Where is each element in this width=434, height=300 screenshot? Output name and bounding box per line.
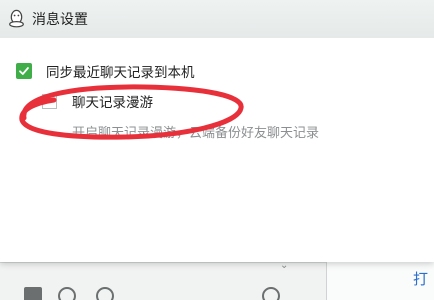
sync-checkbox[interactable] [16, 63, 32, 79]
dialog-titlebar[interactable]: 消息设置 [0, 0, 434, 38]
check-icon [19, 67, 29, 75]
dialog-title: 消息设置 [32, 12, 88, 28]
qq-penguin-icon [8, 9, 25, 28]
background-link-text[interactable]: 打 [413, 268, 428, 289]
history-icon[interactable] [58, 287, 76, 300]
sync-setting-row[interactable]: 同步最近聊天记录到本机 [16, 62, 195, 81]
roaming-description: 开启聊天记录漫游，云端备份好友聊天记录 [72, 126, 320, 141]
roaming-label: 聊天记录漫游 [72, 95, 153, 111]
message-settings-dialog: 消息设置 同步最近聊天记录到本机 聊天记录漫游 开启聊天记录漫游，云端备份好友聊… [0, 0, 434, 262]
screen: ⌄ 打 消息设置 同步最近聊天记录到本机 聊天记录漫游 开启聊天记录漫游，云端备… [0, 0, 434, 300]
sync-label: 同步最近聊天记录到本机 [46, 65, 195, 81]
folder-icon[interactable] [24, 287, 42, 300]
chevron-down-icon[interactable]: ⌄ [280, 261, 290, 271]
clock-icon[interactable] [262, 287, 280, 300]
settings-content: 同步最近聊天记录到本机 聊天记录漫游 开启聊天记录漫游，云端备份好友聊天记录 [0, 38, 434, 262]
roaming-setting-row[interactable]: 聊天记录漫游 [42, 92, 153, 111]
emoji-icon[interactable] [96, 287, 114, 300]
roaming-checkbox[interactable] [42, 93, 57, 109]
